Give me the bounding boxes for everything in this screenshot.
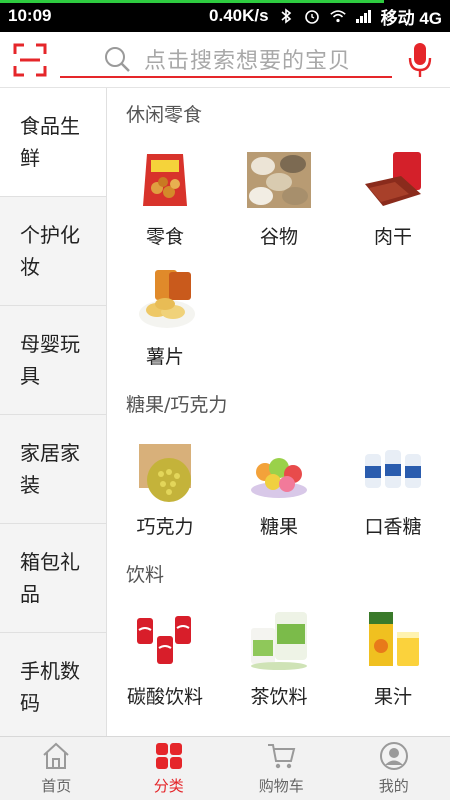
category-item-label: 碳酸饮料: [126, 686, 203, 708]
candy-icon: [251, 458, 307, 498]
alarm-icon: [303, 7, 321, 25]
section-grid: 碳酸饮料 茶饮料 果汁: [108, 598, 450, 718]
tab-label: 分类: [153, 777, 184, 795]
category-item-chips[interactable]: 薯片: [108, 258, 222, 378]
sidebar-item-baby-toys[interactable]: 母婴玩具: [0, 306, 106, 415]
section-grid: 巧克力 糖果 口香糖: [108, 428, 450, 548]
sidebar-item-label: 家居家装: [20, 441, 80, 497]
tab-cart[interactable]: 购物车: [225, 737, 338, 800]
sidebar-item-label: 个护化妆: [20, 223, 80, 279]
user-icon: [379, 742, 408, 770]
status-bar: 10:09 0.40K/s 移动 4G: [0, 0, 450, 32]
status-time: 10:09: [8, 6, 52, 25]
bottom-tab-bar: 首页 分类 购物车 我的: [0, 736, 450, 800]
cart-icon: [268, 744, 296, 769]
sidebar-item-food[interactable]: 食品生鲜: [0, 88, 106, 197]
category-item-label: 口香糖: [364, 516, 422, 538]
chips-icon: [139, 270, 195, 328]
category-item-label: 巧克力: [136, 516, 194, 538]
tab-category[interactable]: 分类: [113, 737, 226, 800]
category-item-label: 果汁: [373, 686, 412, 708]
sidebar-item-home[interactable]: 家居家装: [0, 415, 106, 524]
sidebar-item-label: 母婴玩具: [20, 332, 80, 388]
tab-label: 首页: [41, 777, 72, 795]
tab-home[interactable]: 首页: [0, 737, 113, 800]
section-grid: 零食 谷物 肉干 薯片: [108, 138, 450, 378]
sidebar-item-label: 食品生鲜: [20, 114, 80, 170]
category-item-grains[interactable]: 谷物: [222, 138, 336, 258]
category-item-label: 肉干: [373, 226, 412, 248]
gum-icon: [365, 450, 421, 488]
section-title: 休闲零食: [126, 103, 203, 126]
category-item-snacks[interactable]: 零食: [108, 138, 222, 258]
tab-profile[interactable]: 我的: [338, 737, 450, 800]
category-item-label: 糖果: [259, 516, 298, 538]
carrier-label: 移动 4G: [380, 8, 442, 28]
wifi-icon: [329, 7, 347, 25]
signal-icon: [355, 7, 373, 25]
bluetooth-icon: [277, 7, 295, 25]
category-item-label: 谷物: [259, 226, 298, 248]
microphone-icon: [408, 43, 432, 77]
jerky-icon: [365, 152, 421, 206]
section-title: 糖果/巧克力: [126, 393, 228, 416]
category-item-gum[interactable]: 口香糖: [336, 428, 450, 548]
category-grid-icon: [155, 743, 182, 769]
soda-icon: [137, 616, 191, 664]
sidebar-item-personal-care[interactable]: 个护化妆: [0, 197, 106, 306]
network-activity-bar: [0, 0, 384, 3]
section-title: 饮料: [126, 563, 165, 586]
sidebar-item-label: 手机数码: [20, 659, 80, 715]
category-item-label: 薯片: [145, 346, 184, 368]
home-icon: [43, 742, 69, 769]
category-item-chocolate[interactable]: 巧克力: [108, 428, 222, 548]
tab-label: 购物车: [258, 777, 304, 795]
category-item-juice[interactable]: 果汁: [336, 598, 450, 718]
juice-icon: [369, 612, 419, 666]
scan-icon: [13, 43, 47, 76]
category-item-tea[interactable]: 茶饮料: [222, 598, 336, 718]
search-header: 点击搜索想要的宝贝: [0, 32, 450, 88]
tab-label: 我的: [378, 777, 409, 795]
tea-icon: [251, 612, 307, 670]
search-input[interactable]: 点击搜索想要的宝贝: [60, 42, 392, 78]
category-sidebar: 食品生鲜 个护化妆 母婴玩具 家居家装 箱包礼品 手机数码: [0, 88, 107, 736]
voice-search-button[interactable]: [406, 40, 434, 80]
category-item-jerky[interactable]: 肉干: [336, 138, 450, 258]
category-item-label: 茶饮料: [250, 686, 308, 708]
sidebar-item-label: 箱包礼品: [20, 550, 80, 606]
grain-icon: [247, 152, 311, 208]
category-item-label: 零食: [145, 226, 184, 248]
category-content: 休闲零食 零食 谷物 肉干 薯片 糖果/巧克力 巧克力 糖果 口香糖 饮料 碳酸…: [108, 88, 450, 736]
sidebar-item-bags-gifts[interactable]: 箱包礼品: [0, 524, 106, 633]
category-item-soda[interactable]: 碳酸饮料: [108, 598, 222, 718]
sidebar-item-digital[interactable]: 手机数码: [0, 633, 106, 736]
search-icon: [105, 47, 130, 72]
scan-button[interactable]: [12, 42, 48, 78]
category-item-candy[interactable]: 糖果: [222, 428, 336, 548]
network-speed: 0.40K/s: [209, 6, 269, 25]
chocolate-icon: [139, 444, 191, 502]
snack-bag-icon: [143, 154, 187, 206]
search-placeholder: 点击搜索想要的宝贝: [144, 49, 352, 74]
